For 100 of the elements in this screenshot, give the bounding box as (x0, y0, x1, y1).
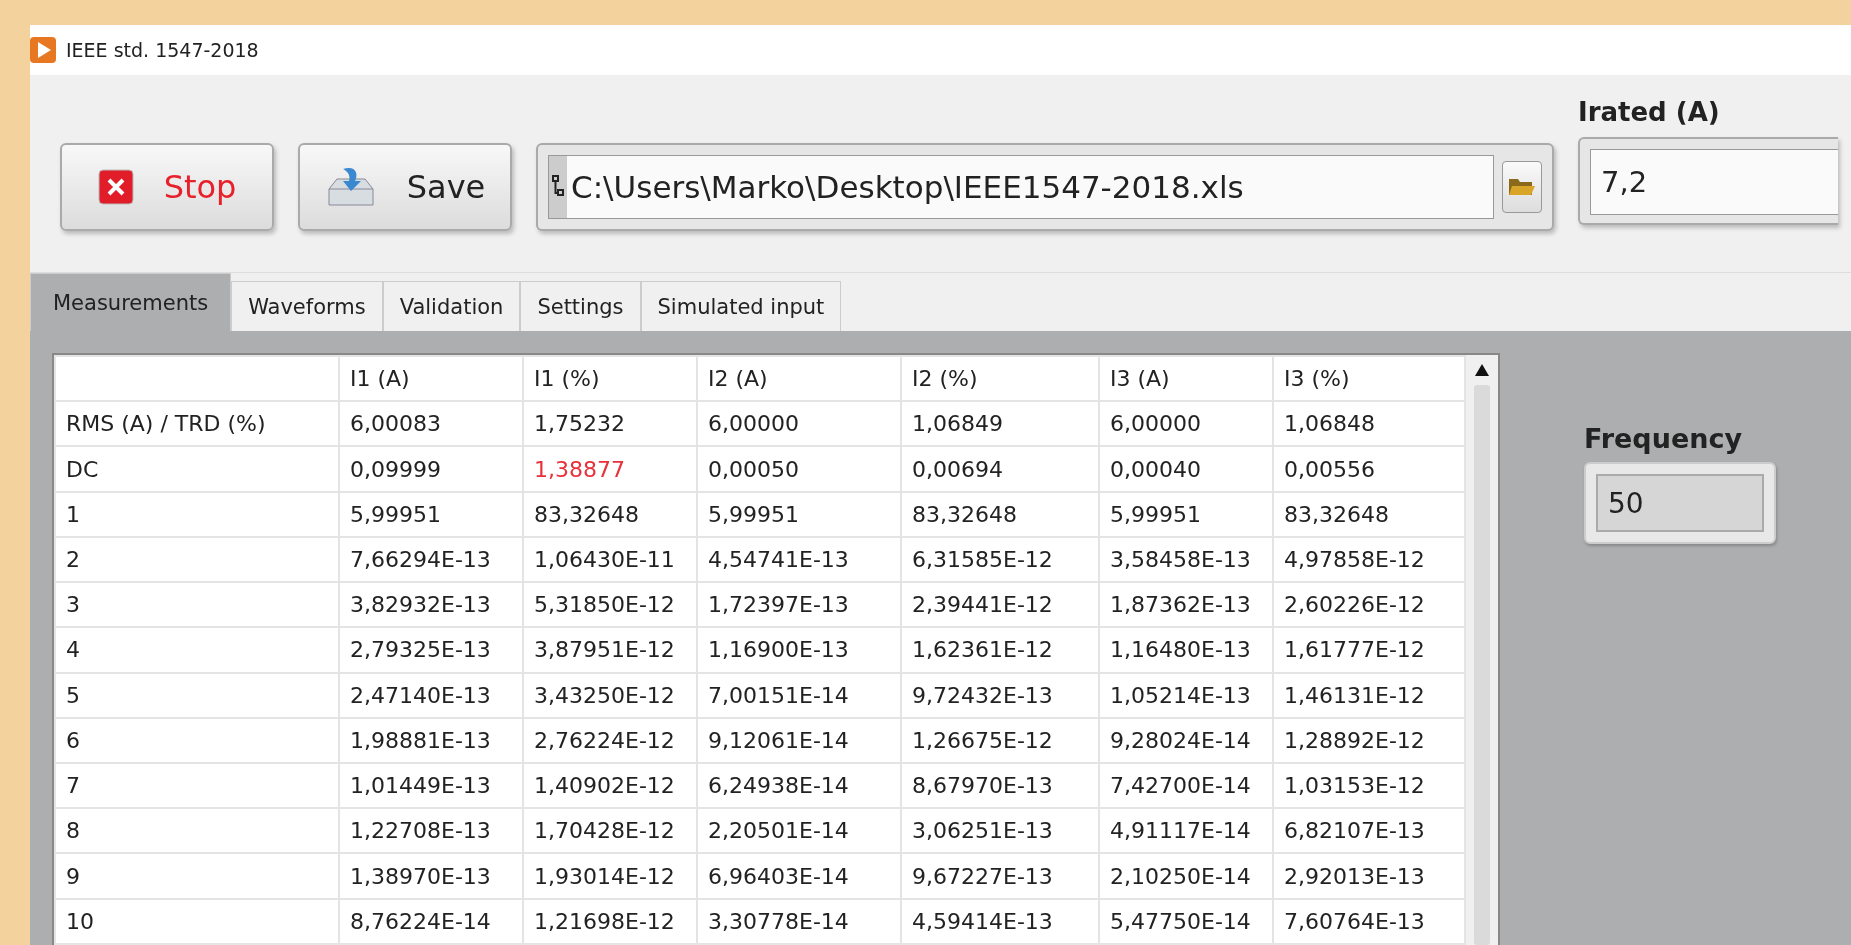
browse-button[interactable] (1502, 160, 1542, 213)
tab[interactable]: Validation (382, 281, 521, 331)
table-cell: 2,10250E-14 (1099, 853, 1273, 899)
table-cell: 9,28024E-14 (1099, 717, 1273, 763)
table-cell: 1,93014E-12 (523, 853, 697, 899)
table-cell: 9,67227E-13 (901, 853, 1099, 899)
table-cell: 83,32648 (901, 491, 1099, 537)
table-cell: 1,70428E-12 (523, 808, 697, 854)
table-cell: 4,91117E-14 (1099, 808, 1273, 854)
table-cell: 5,47750E-14 (1099, 898, 1273, 944)
table-cell: 1,22708E-13 (339, 808, 523, 854)
table-cell: 3,43250E-12 (523, 672, 697, 718)
table-cell: 8,67970E-13 (901, 762, 1099, 809)
table-cell: 6,00083 (339, 401, 523, 447)
row-label: RMS (A) / TRD (%) (55, 401, 339, 447)
scroll-up-icon[interactable] (1474, 363, 1490, 377)
table-cell: 1,06849 (901, 401, 1099, 447)
table-cell: 1,03153E-12 (1273, 762, 1465, 809)
folder-icon (1508, 176, 1536, 197)
table-cell: 0,00556 (1273, 446, 1465, 492)
table-cell: 6,82107E-13 (1273, 808, 1465, 854)
table-cell: 2,47140E-13 (339, 672, 523, 718)
table-cell: 5,99951 (697, 491, 901, 537)
irated-label: Irated (A) (1578, 96, 1721, 127)
table-cell: 7,42700E-14 (1099, 762, 1273, 809)
file-path-text: C:\Users\Marko\Desktop\IEEE1547-2018.xls (571, 168, 1244, 205)
row-label: 10 (55, 898, 339, 944)
table-cell: 1,06430E-11 (523, 536, 697, 583)
table-cell: 1,40902E-12 (523, 762, 697, 809)
table-cell: 1,38970E-13 (339, 853, 523, 899)
row-label: 6 (55, 717, 339, 763)
table-cell: 4,54741E-13 (697, 536, 901, 583)
table-cell: 1,21698E-12 (523, 898, 697, 944)
column-header: I1 (A) (339, 356, 523, 402)
table-cell: 1,38877 (523, 446, 697, 492)
table-cell: 4,59414E-13 (901, 898, 1099, 944)
table-cell: 2,92013E-13 (1273, 853, 1465, 899)
column-header: I3 (A) (1099, 356, 1273, 402)
table-cell: 0,00050 (697, 446, 901, 492)
table-cell: 1,61777E-12 (1273, 627, 1465, 673)
stop-button[interactable]: Stop (60, 142, 274, 231)
row-label: 4 (55, 627, 339, 673)
table-cell: 8,76224E-14 (339, 898, 523, 944)
window-title: IEEE std. 1547-2018 (66, 38, 259, 61)
table-cell: 1,62361E-12 (901, 627, 1099, 673)
table-cell: 9,72432E-13 (901, 672, 1099, 718)
table-cell: 2,20501E-14 (697, 808, 901, 854)
table-cell: 1,46131E-12 (1273, 672, 1465, 718)
table-cell: 7,60764E-13 (1273, 898, 1465, 944)
table-cell: 9,12061E-14 (697, 717, 901, 763)
table-cell: 1,05214E-13 (1099, 672, 1273, 718)
scrollbar[interactable] (1466, 355, 1498, 945)
table-cell: 0,00040 (1099, 446, 1273, 492)
table-cell: 6,00000 (1099, 401, 1273, 447)
table-cell: 7,00151E-14 (697, 672, 901, 718)
table-cell: 2,39441E-12 (901, 582, 1099, 628)
table-cell: 7,66294E-13 (339, 536, 523, 583)
table-cell: 83,32648 (1273, 491, 1465, 537)
row-label: 1 (55, 491, 339, 537)
row-label: 7 (55, 762, 339, 809)
row-label: 2 (55, 536, 339, 583)
table-cell: 6,96403E-14 (697, 853, 901, 899)
column-header: I2 (A) (697, 356, 901, 402)
frequency-label: Frequency (1584, 423, 1744, 454)
tab[interactable]: Waveforms (231, 281, 383, 331)
table-cell: 5,99951 (1099, 491, 1273, 537)
column-header: I2 (%) (901, 356, 1099, 402)
row-label: 5 (55, 672, 339, 718)
row-label: 8 (55, 808, 339, 854)
table-cell: 1,16900E-13 (697, 627, 901, 673)
table-cell: 1,16480E-13 (1099, 627, 1273, 673)
irated-field[interactable]: 7,2 (1590, 148, 1838, 215)
tab[interactable]: Settings (520, 281, 641, 331)
table-cell: 2,76224E-12 (523, 717, 697, 763)
table-cell: 1,26675E-12 (901, 717, 1099, 763)
table-cell: 1,87362E-13 (1099, 582, 1273, 628)
table-cell: 2,79325E-13 (339, 627, 523, 673)
column-header: I3 (%) (1273, 356, 1465, 402)
save-button[interactable]: Save (298, 142, 512, 231)
table-cell: 3,06251E-13 (901, 808, 1099, 854)
table-cell: 4,97858E-12 (1273, 536, 1465, 583)
column-header: I1 (%) (523, 356, 697, 402)
tab[interactable]: Measurements (30, 273, 232, 331)
table-cell: 1,72397E-13 (697, 582, 901, 628)
table-cell: 5,99951 (339, 491, 523, 537)
tab[interactable]: Simulated input (640, 281, 842, 331)
table-cell: 3,87951E-12 (523, 627, 697, 673)
table-cell: 3,58458E-13 (1099, 536, 1273, 583)
table-cell: 1,06848 (1273, 401, 1465, 447)
file-path-control[interactable]: C:\Users\Marko\Desktop\IEEE1547-2018.xls (536, 142, 1554, 231)
table-cell: 1,75232 (523, 401, 697, 447)
row-label: DC (55, 446, 339, 492)
table-cell: 1,01449E-13 (339, 762, 523, 809)
table-cell: 1,28892E-12 (1273, 717, 1465, 763)
row-label: 3 (55, 582, 339, 628)
table-cell: 3,30778E-14 (697, 898, 901, 944)
table-cell: 6,00000 (697, 401, 901, 447)
table-cell: 0,09999 (339, 446, 523, 492)
table-cell: 1,98881E-13 (339, 717, 523, 763)
table-cell: 83,32648 (523, 491, 697, 537)
